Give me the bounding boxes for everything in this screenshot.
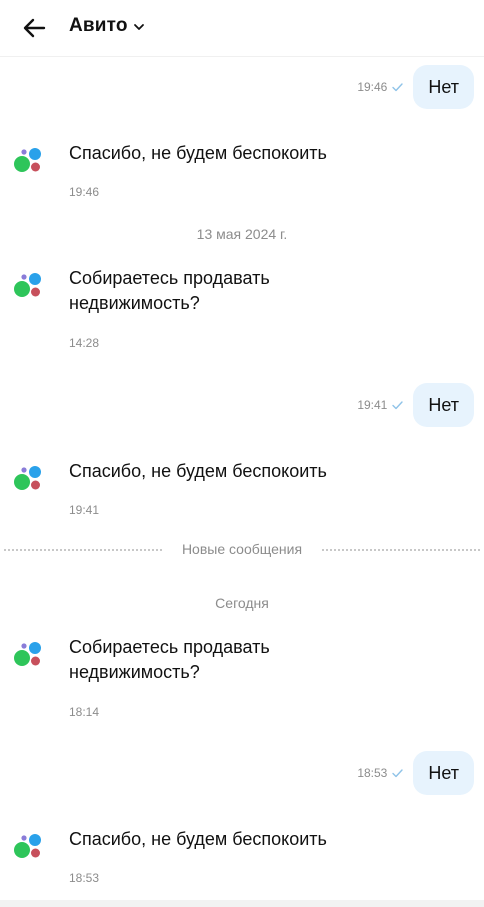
message-time: 19:46 xyxy=(357,80,388,94)
message-meta: 18:53 xyxy=(357,766,404,780)
message-text: Собираетесь продавать недвижимость? xyxy=(69,268,270,313)
message-text: Спасибо, не будем беспокоить xyxy=(69,461,327,481)
message-bubble: Нет xyxy=(413,751,474,795)
date-separator: 13 мая 2024 г. xyxy=(196,226,288,242)
avito-logo-avatar-icon xyxy=(14,834,41,858)
message-outgoing[interactable]: 19:41 Нет xyxy=(357,383,474,427)
message-bubble: Нет xyxy=(413,383,474,427)
avito-logo-avatar-icon xyxy=(14,466,41,490)
message-text: Спасибо, не будем беспокоить xyxy=(69,143,327,163)
message-time: 19:46 xyxy=(69,185,100,199)
message-time: 18:53 xyxy=(69,871,100,885)
message-text: Спасибо, не будем беспокоить xyxy=(69,829,327,849)
message-meta: 19:46 xyxy=(357,80,404,94)
avito-logo-avatar-icon xyxy=(14,148,41,172)
message-outgoing[interactable]: 18:53 Нет xyxy=(357,751,474,795)
back-arrow-icon[interactable] xyxy=(20,14,48,42)
avito-logo-avatar-icon xyxy=(14,642,41,666)
divider-line-right xyxy=(322,549,480,551)
message-time: 18:53 xyxy=(357,766,388,780)
message-time: 14:28 xyxy=(69,336,100,350)
message-time: 18:14 xyxy=(69,705,100,719)
chat-title-dropdown[interactable]: Авито xyxy=(69,15,145,37)
new-messages-divider: Новые сообщения xyxy=(0,540,484,560)
message-time: 19:41 xyxy=(357,398,388,412)
chevron-down-icon xyxy=(133,24,144,30)
avito-logo-avatar-icon xyxy=(14,273,41,297)
message-outgoing[interactable]: 19:46 Нет xyxy=(357,65,474,109)
message-bubble: Нет xyxy=(413,65,474,109)
read-check-icon xyxy=(392,768,404,777)
read-check-icon xyxy=(392,82,404,91)
message-time: 19:41 xyxy=(69,503,100,517)
read-check-icon xyxy=(392,400,404,409)
chat-title: Авито xyxy=(69,15,128,36)
date-separator: Сегодня xyxy=(215,595,269,611)
message-text: Собираетесь продавать недвижимость? xyxy=(69,637,270,682)
composer-edge xyxy=(0,900,484,907)
chat-header: Авито xyxy=(0,0,484,57)
message-meta: 19:41 xyxy=(357,398,404,412)
